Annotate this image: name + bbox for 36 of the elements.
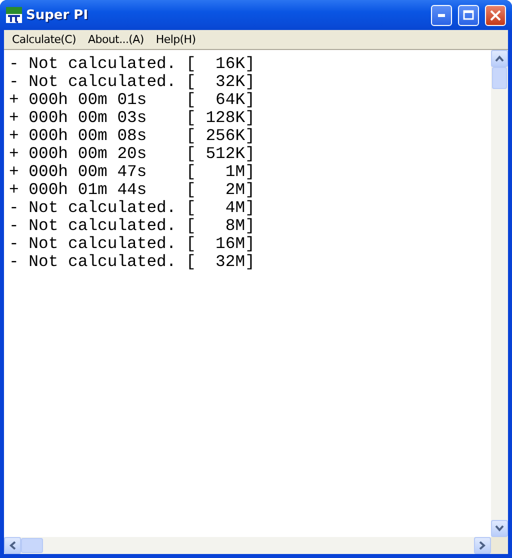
result-line: - Not calculated. [ 4M] <box>9 199 256 217</box>
result-line: - Not calculated. [ 8M] <box>9 217 256 235</box>
menu-item[interactable]: About...(A) <box>82 33 150 46</box>
vertical-scrollbar[interactable] <box>491 50 508 537</box>
scroll-left-button[interactable] <box>4 537 21 554</box>
menu-item[interactable]: Calculate(C) <box>6 33 82 46</box>
result-line: + 000h 01m 44s [ 2M] <box>9 181 256 199</box>
window-title: Super PI <box>26 8 90 22</box>
result-line: + 000h 00m 20s [ 512K] <box>9 145 256 163</box>
minimize-icon <box>438 14 446 16</box>
chevron-up-icon <box>495 55 504 62</box>
scroll-up-button[interactable] <box>491 50 508 67</box>
minimize-button[interactable] <box>431 4 452 26</box>
result-line: - Not calculated. [ 32K] <box>9 73 256 91</box>
size-grip[interactable] <box>491 537 508 554</box>
horizontal-scrollbar[interactable] <box>4 537 508 554</box>
scroll-thumb[interactable] <box>21 538 43 553</box>
close-icon <box>490 10 501 20</box>
menu-item[interactable]: Help(H) <box>150 33 202 46</box>
scroll-down-button[interactable] <box>491 520 508 537</box>
maximize-button[interactable] <box>458 4 479 26</box>
chevron-right-icon <box>479 541 486 550</box>
chevron-left-icon <box>9 541 16 550</box>
result-line: - Not calculated. [ 32M] <box>9 253 256 271</box>
result-line: + 000h 00m 08s [ 256K] <box>9 127 256 145</box>
result-line: - Not calculated. [ 16M] <box>9 235 256 253</box>
scroll-right-button[interactable] <box>474 537 491 554</box>
result-line: + 000h 00m 01s [ 64K] <box>9 91 256 109</box>
maximize-icon <box>463 10 474 20</box>
app-icon <box>6 7 22 23</box>
close-button[interactable] <box>485 4 506 26</box>
scroll-thumb[interactable] <box>492 67 507 89</box>
result-line: + 000h 00m 47s [ 1M] <box>9 163 256 181</box>
result-line: - Not calculated. [ 16K] <box>9 55 256 73</box>
chevron-down-icon <box>495 525 504 532</box>
result-line: + 000h 00m 03s [ 128K] <box>9 109 256 127</box>
